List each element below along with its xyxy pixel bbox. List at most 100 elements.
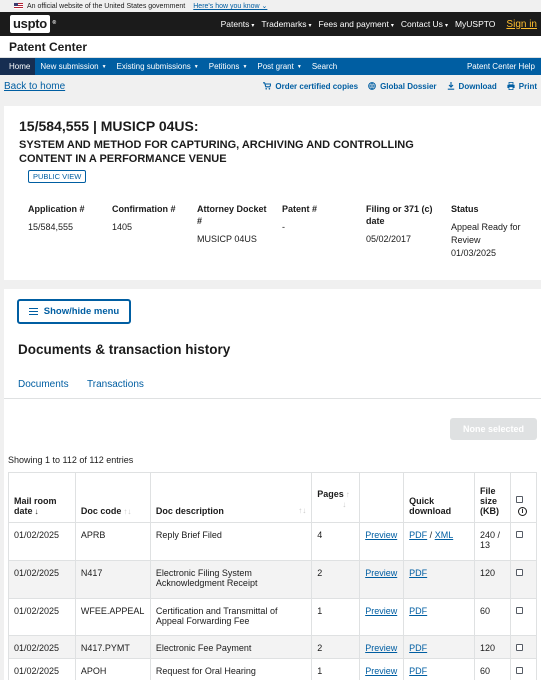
gov-banner: An official website of the United States…: [0, 0, 541, 12]
cell-date: 01/02/2025: [8, 522, 76, 561]
sort-icon: ↓: [342, 500, 347, 509]
column-header-pages[interactable]: Pages ↑ ↓: [311, 472, 361, 523]
preview-link[interactable]: Preview: [365, 666, 397, 676]
column-header-quick-download: Quick download: [403, 472, 476, 523]
preview-link[interactable]: Preview: [365, 643, 397, 653]
print-icon: [507, 82, 515, 90]
cell-doc-code: N417: [74, 560, 151, 599]
documents-card: Show/hide menu Documents & transaction h…: [4, 289, 541, 680]
cell-pages: 1: [311, 658, 361, 680]
cell-select: [509, 598, 538, 636]
status-value: Appeal Ready for Review 01/03/2025: [451, 222, 521, 258]
download-button[interactable]: Download: [447, 82, 497, 91]
tab-documents[interactable]: Documents: [18, 379, 69, 390]
column-header-file-size: File size (KB): [474, 472, 511, 523]
field-label: Patent #: [282, 204, 318, 214]
print-button[interactable]: Print: [507, 82, 537, 91]
cell-doc-description: Certification and Transmittal of Appeal …: [149, 598, 313, 636]
row-checkbox[interactable]: [515, 667, 523, 674]
preview-link[interactable]: Preview: [365, 568, 397, 578]
cell-doc-code: N417.PYMT: [74, 635, 151, 659]
cell-doc-code: APRB: [74, 522, 151, 561]
row-checkbox[interactable]: [515, 607, 523, 614]
chevron-down-icon: ▼: [101, 63, 107, 70]
cell-preview: Preview: [359, 560, 405, 599]
nav-post-grant[interactable]: Post grant ▼: [252, 58, 306, 75]
chevron-down-icon: ▼: [193, 63, 199, 70]
top-nav-patents[interactable]: Patents ▾: [221, 19, 255, 29]
nav-search[interactable]: Search: [307, 58, 342, 75]
tab-transactions[interactable]: Transactions: [87, 379, 144, 390]
select-all-checkbox[interactable]: [515, 496, 523, 503]
cell-select: [509, 635, 538, 659]
row-checkbox[interactable]: [515, 531, 523, 538]
row-checkbox[interactable]: [515, 644, 523, 651]
pdf-link[interactable]: PDF: [409, 643, 427, 653]
column-header-mail-date[interactable]: Mail room date ↓: [8, 472, 76, 523]
chevron-down-icon: ▾: [251, 23, 255, 29]
download-icon: [447, 82, 454, 90]
app-title[interactable]: Patent Center: [0, 36, 541, 58]
cell-preview: Preview: [359, 522, 405, 561]
pdf-link[interactable]: PDF: [409, 606, 427, 616]
column-header-doc-description[interactable]: Doc description ↑↓: [149, 472, 313, 523]
uspto-logo[interactable]: uspto ®: [10, 15, 56, 33]
table-row: 01/02/2025 APOH Request for Oral Hearing…: [8, 658, 538, 680]
table-row: 01/02/2025 WFEE.APPEAL Certification and…: [8, 598, 538, 636]
global-dossier-button[interactable]: Global Dossier: [368, 82, 437, 91]
nav-new-submission[interactable]: New submission ▼: [35, 58, 111, 75]
sort-icon: ↑: [345, 490, 350, 499]
info-icon[interactable]: i: [517, 507, 527, 516]
nav-existing-submissions[interactable]: Existing submissions ▼: [112, 58, 204, 75]
application-number-field: Application # 15/584,555: [28, 203, 108, 234]
nav-home[interactable]: Home: [0, 58, 36, 75]
field-value: 15/584,555: [28, 222, 74, 232]
top-nav-contact[interactable]: Contact Us ▾: [401, 19, 448, 29]
cart-icon: [263, 82, 272, 90]
column-header-select: i: [509, 472, 538, 523]
sign-in-link[interactable]: Sign in: [506, 19, 537, 30]
pdf-link[interactable]: PDF: [409, 530, 427, 540]
field-value: -: [282, 222, 285, 232]
pdf-link[interactable]: PDF: [409, 666, 427, 676]
top-nav-trademarks[interactable]: Trademarks ▾: [261, 19, 311, 29]
order-certified-copies-button[interactable]: Order certified copies: [263, 82, 358, 91]
back-to-home-link[interactable]: Back to home: [4, 81, 65, 92]
nav-help[interactable]: Patent Center Help: [462, 58, 541, 75]
cell-doc-description: Electronic Fee Payment: [149, 635, 313, 659]
show-hide-menu-button[interactable]: Show/hide menu: [17, 299, 131, 324]
documents-heading: Documents & transaction history: [18, 342, 231, 357]
top-nav-myuspto[interactable]: MyUSPTO: [455, 19, 495, 29]
preview-link[interactable]: Preview: [365, 530, 397, 540]
cell-file-size: 240 / 13: [474, 522, 511, 561]
sort-icon: ↑↓: [123, 507, 132, 516]
field-value: 1405: [112, 222, 133, 232]
sort-down-icon: ↓: [34, 507, 39, 516]
cell-quick-download: PDF / XML: [403, 522, 476, 561]
row-checkbox[interactable]: [515, 569, 523, 576]
preview-link[interactable]: Preview: [365, 606, 397, 616]
case-summary-card: 15/584,555 | MUSICP 04US: SYSTEM AND MET…: [4, 106, 541, 280]
main-nav: Home New submission ▼ Existing submission…: [0, 58, 541, 75]
chevron-down-icon: ▾: [444, 23, 448, 29]
column-header-doc-code[interactable]: Doc code ↑↓: [74, 472, 151, 523]
table-header-row: Mail room date ↓ Doc code ↑↓ Doc descripti…: [8, 472, 538, 523]
none-selected-button[interactable]: None selected: [450, 418, 537, 440]
cell-pages: 2: [311, 560, 361, 599]
top-nav-fees[interactable]: Fees and payment ▾: [318, 19, 393, 29]
pdf-link[interactable]: PDF: [409, 568, 427, 578]
cell-select: [509, 560, 538, 599]
confirmation-number-field: Confirmation # 1405: [112, 203, 190, 234]
cell-date: 01/02/2025: [8, 635, 76, 659]
cell-doc-description: Request for Oral Hearing: [149, 658, 313, 680]
nav-petitions[interactable]: Petitions ▼: [204, 58, 253, 75]
how-you-know-link[interactable]: Here's how you know ⌄: [193, 2, 267, 10]
page-actions: Order certified copies Global Dossier Do…: [263, 82, 537, 91]
table-row: 01/02/2025 N417 Electronic Filing System…: [8, 560, 538, 599]
xml-link[interactable]: XML: [435, 530, 454, 540]
cell-file-size: 60: [474, 658, 511, 680]
field-value: 05/02/2017: [366, 234, 412, 244]
attorney-docket-field: Attorney Docket # MUSICP 04US: [197, 203, 272, 246]
chevron-down-icon: ▼: [296, 63, 302, 70]
cell-doc-code: APOH: [74, 658, 151, 680]
